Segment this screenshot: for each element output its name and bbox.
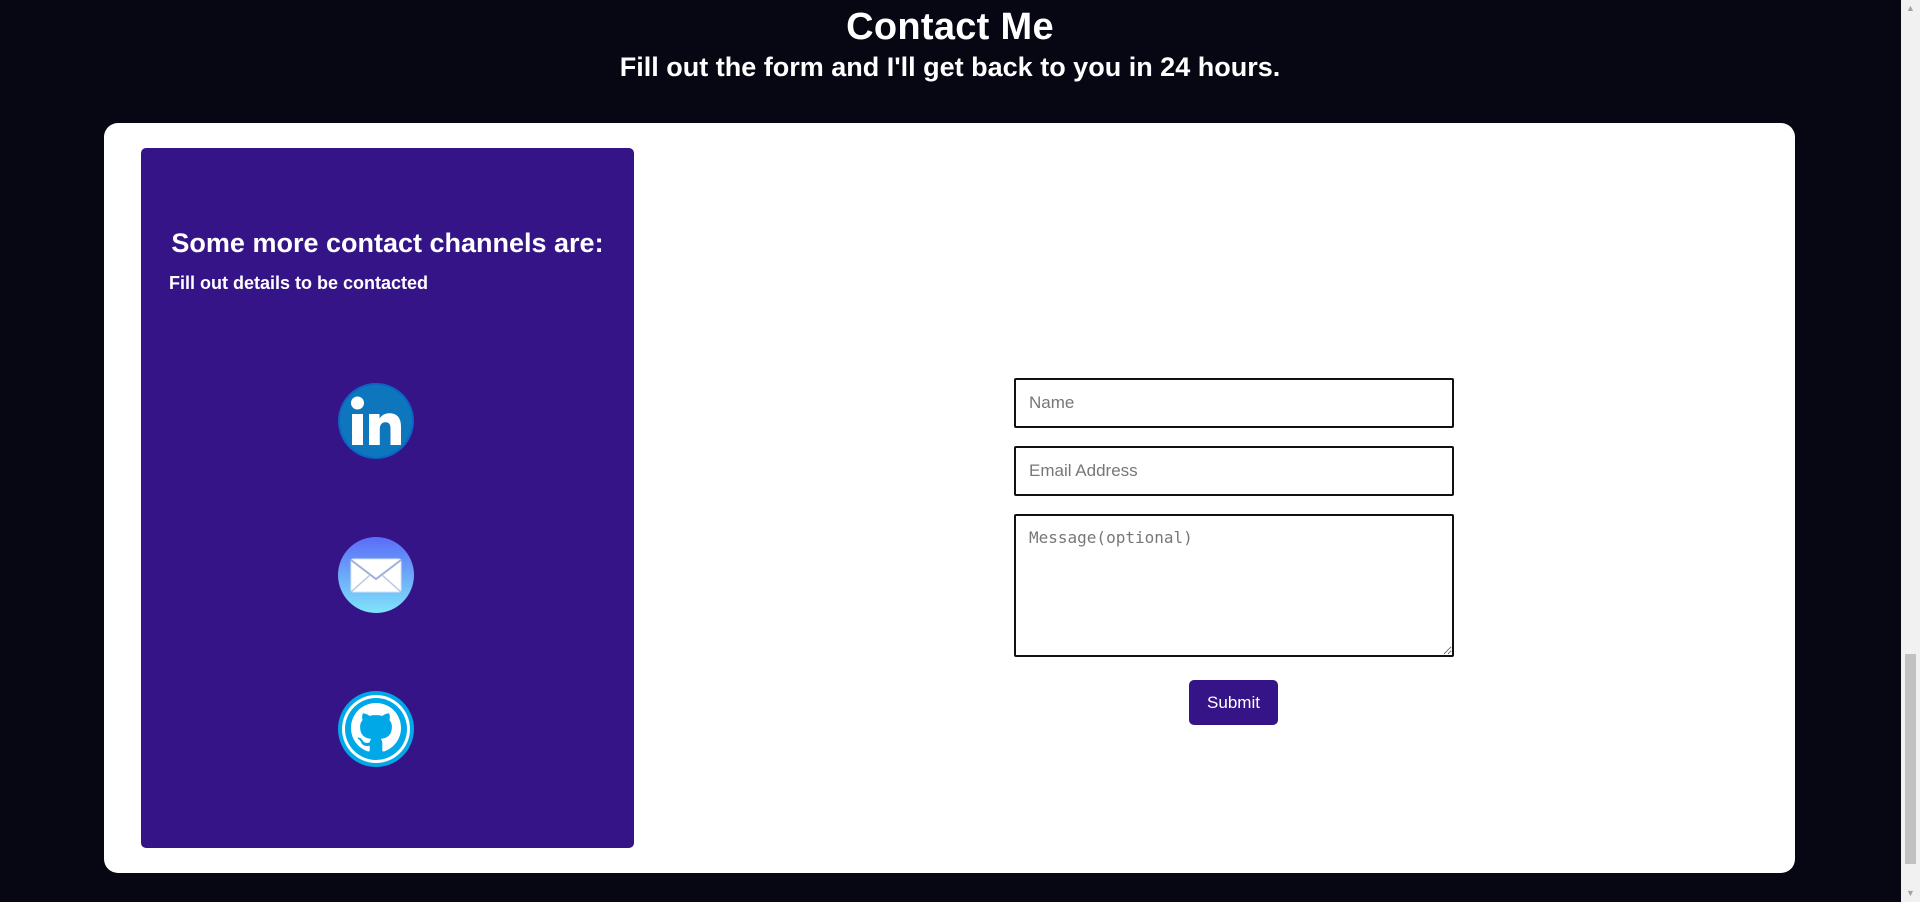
contact-form: Submit xyxy=(1014,378,1454,725)
github-link[interactable] xyxy=(338,691,414,767)
github-icon xyxy=(338,691,414,767)
mail-icon xyxy=(338,537,414,613)
panel-title: Some more contact channels are: xyxy=(171,228,604,258)
scroll-down-arrow-icon[interactable]: ▼ xyxy=(1901,885,1920,902)
contact-card: Some more contact channels are: Fill out… xyxy=(104,123,1795,873)
contact-channels-panel: Some more contact channels are: Fill out… xyxy=(141,148,634,848)
contact-page: Contact Me Fill out the form and I'll ge… xyxy=(0,0,1920,902)
panel-subtitle: Fill out details to be contacted xyxy=(169,273,429,293)
page-subtitle: Fill out the form and I'll get back to y… xyxy=(619,52,1281,82)
linkedin-icon xyxy=(338,383,414,459)
scroll-up-arrow-icon[interactable]: ▲ xyxy=(1901,0,1920,17)
vertical-scrollbar[interactable]: ▲ ▼ xyxy=(1901,0,1920,902)
submit-button[interactable]: Submit xyxy=(1189,680,1278,725)
email-link[interactable] xyxy=(338,537,414,613)
email-input[interactable] xyxy=(1014,446,1454,496)
name-input[interactable] xyxy=(1014,378,1454,428)
scrollbar-thumb[interactable] xyxy=(1905,654,1916,864)
page-title: Contact Me xyxy=(846,6,1054,48)
linkedin-link[interactable] xyxy=(338,383,414,459)
message-textarea[interactable] xyxy=(1014,514,1454,657)
